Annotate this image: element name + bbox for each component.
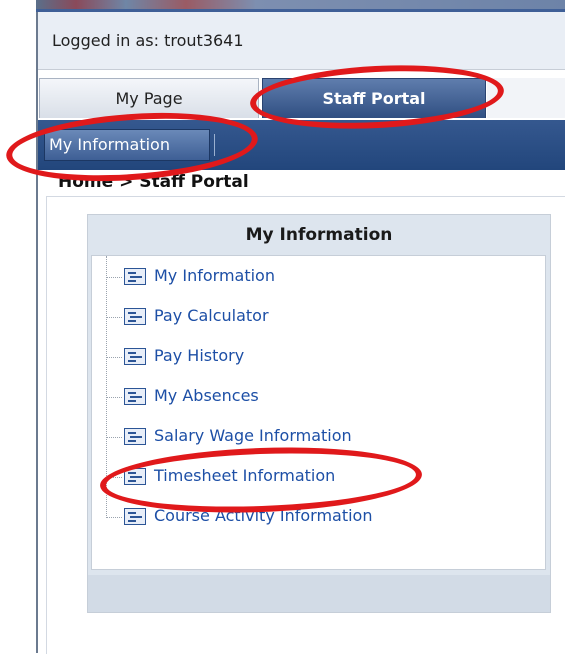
tree-branch (106, 357, 122, 358)
left-page-border (36, 12, 38, 653)
tree-item-label: My Absences (154, 386, 259, 405)
panel-tree: My Information Pay Calculator Pay Histor… (91, 255, 546, 570)
tree-branch (106, 317, 122, 318)
tree-item-salary-wage-information[interactable]: Salary Wage Information (106, 424, 426, 450)
tree-item-my-information[interactable]: My Information (106, 264, 406, 290)
list-document-icon (124, 348, 146, 365)
tree-item-label: Pay Calculator (154, 306, 269, 325)
tree-branch (106, 397, 122, 398)
panel-footer (88, 575, 550, 612)
tree-item-my-absences[interactable]: My Absences (106, 384, 406, 410)
top-banner (36, 0, 565, 9)
list-document-icon (124, 388, 146, 405)
tree-branch (106, 437, 122, 438)
tree-item-label: Salary Wage Information (154, 426, 352, 445)
tab-my-page[interactable]: My Page (39, 78, 259, 118)
tree-item-label: My Information (154, 266, 275, 285)
logged-in-text: Logged in as: trout3641 (52, 31, 244, 50)
panel-title: My Information (245, 225, 393, 245)
tree-branch (106, 517, 122, 518)
list-document-icon (124, 428, 146, 445)
tree-branch (106, 277, 122, 278)
list-document-icon (124, 308, 146, 325)
tree-item-pay-history[interactable]: Pay History (106, 344, 406, 370)
my-information-panel: My Information My Information Pay Calcul… (87, 214, 551, 613)
list-document-icon (124, 508, 146, 525)
tree-item-pay-calculator[interactable]: Pay Calculator (106, 304, 406, 330)
list-document-icon (124, 268, 146, 285)
tree-item-label: Pay History (154, 346, 245, 365)
login-status-bar: Logged in as: trout3641 (36, 12, 565, 70)
